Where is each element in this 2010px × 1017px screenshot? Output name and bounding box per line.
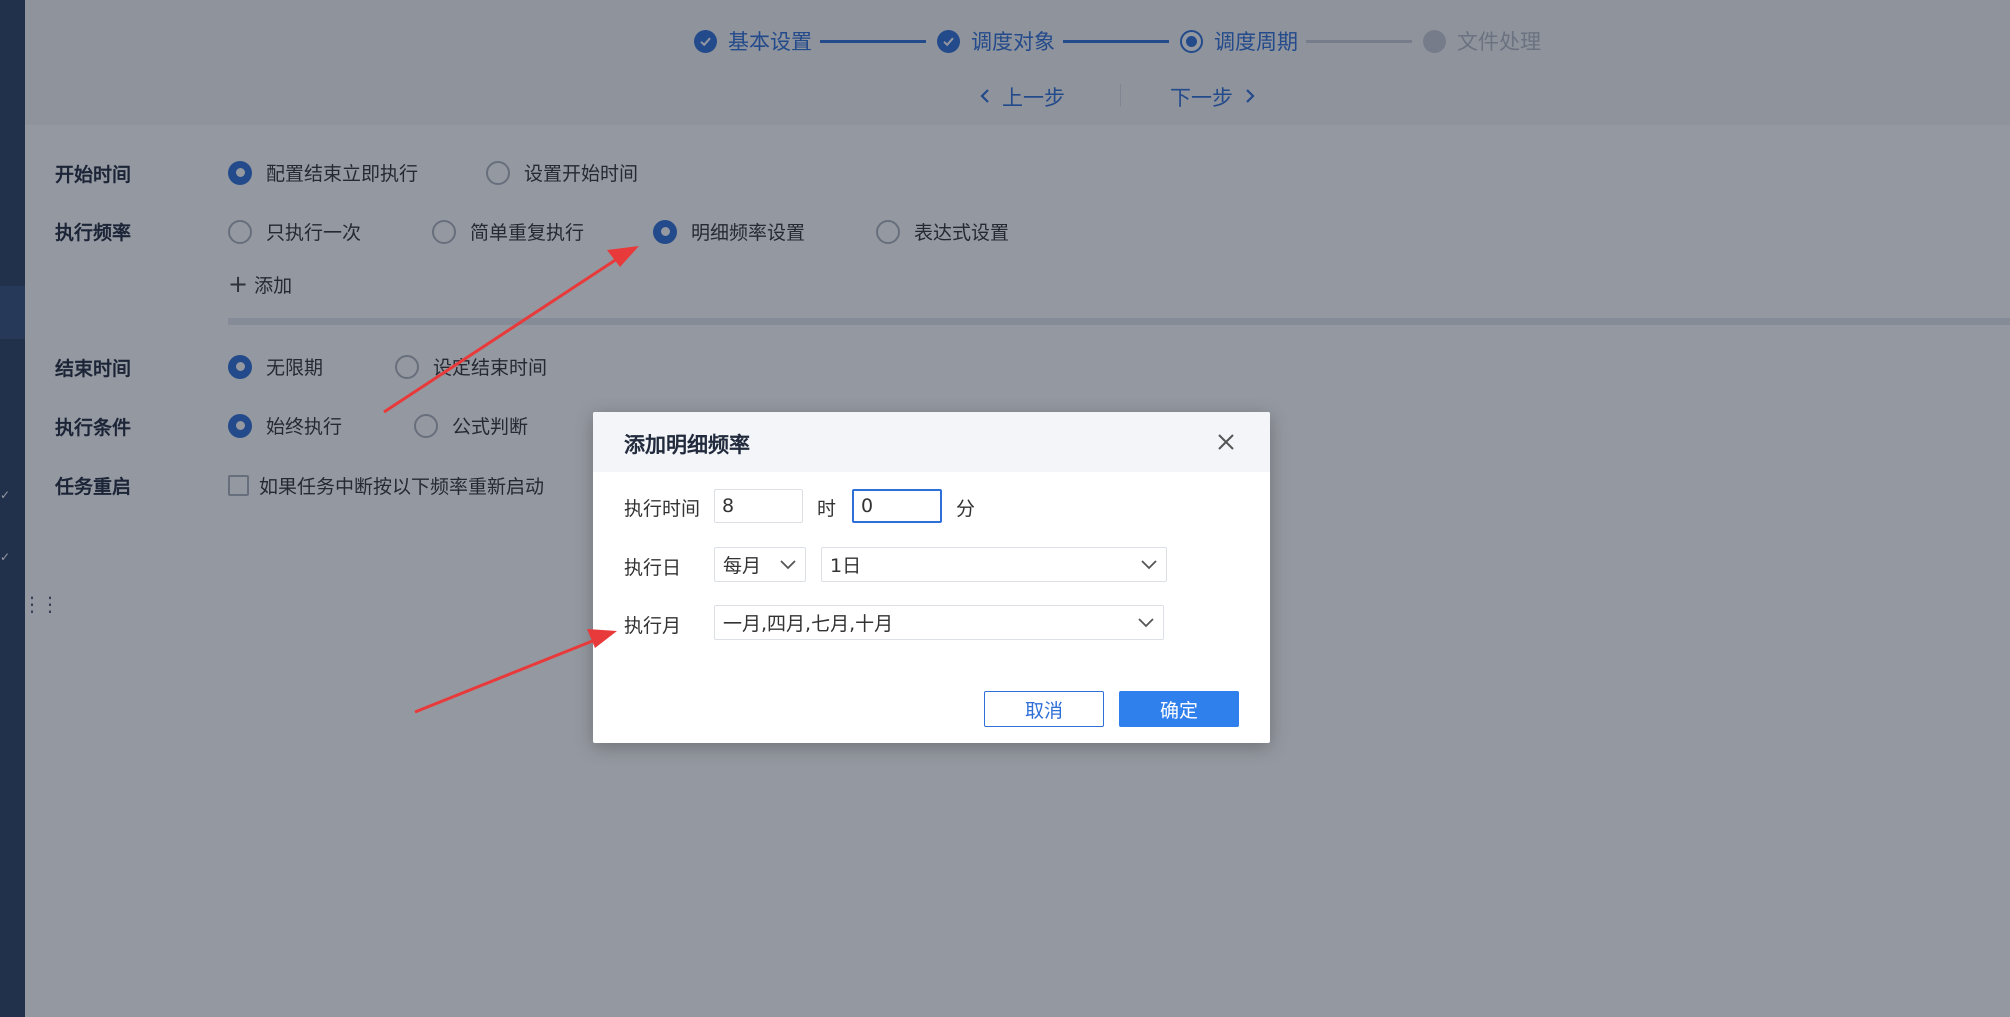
execution-day-label: 执行日 xyxy=(624,557,682,579)
month-value: 一月,四月,七月,十月 xyxy=(723,613,894,635)
day-value: 1日 xyxy=(830,555,862,577)
minute-unit: 分 xyxy=(956,498,976,520)
cancel-button[interactable]: 取消 xyxy=(984,691,1104,727)
day-select[interactable]: 1日 xyxy=(821,547,1167,582)
add-detailed-frequency-dialog: 添加明细频率 执行时间 时 分 执行日 每月 1日 执行月 一月,四月,七月,十… xyxy=(593,412,1270,743)
hour-unit: 时 xyxy=(817,498,837,520)
chevron-down-icon xyxy=(1138,618,1154,628)
chevron-down-icon xyxy=(780,560,796,570)
confirm-button[interactable]: 确定 xyxy=(1119,691,1239,727)
day-period-select[interactable]: 每月 xyxy=(714,547,806,582)
execution-time-label: 执行时间 xyxy=(624,498,701,520)
minute-input[interactable] xyxy=(852,489,942,523)
day-period-value: 每月 xyxy=(723,555,762,577)
chevron-down-icon xyxy=(1141,560,1157,570)
month-select[interactable]: 一月,四月,七月,十月 xyxy=(714,605,1164,640)
close-icon[interactable] xyxy=(1212,428,1240,456)
dialog-title: 添加明细频率 xyxy=(624,433,750,457)
hour-input[interactable] xyxy=(714,489,803,523)
execution-month-label: 执行月 xyxy=(624,615,682,637)
